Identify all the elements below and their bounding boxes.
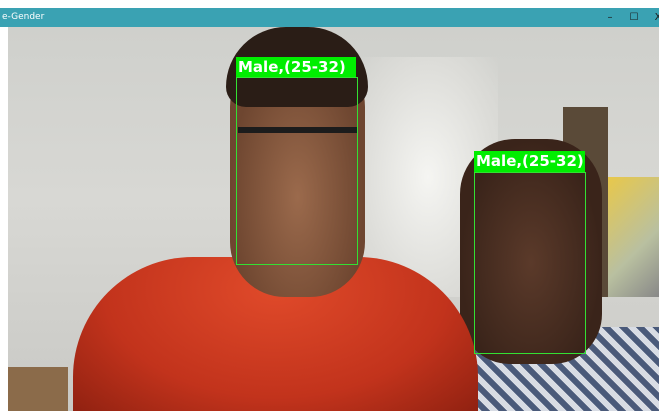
detection-box-2 [474, 172, 586, 354]
minimize-button[interactable]: – [598, 8, 622, 27]
detection-box-1 [236, 77, 358, 265]
wall-poster [608, 177, 659, 297]
maximize-button[interactable]: ☐ [622, 8, 646, 27]
background-shelf [8, 367, 68, 411]
detection-label-1: Male,(25-32) [236, 57, 356, 78]
camera-feed: Male,(25-32) Male,(25-32) [8, 27, 659, 411]
window-titlebar: e-Gender – ☐ X [0, 8, 659, 27]
close-button[interactable]: X [646, 8, 659, 27]
detection-label-2: Male,(25-32) [474, 151, 585, 172]
window-title: e-Gender [2, 12, 45, 22]
